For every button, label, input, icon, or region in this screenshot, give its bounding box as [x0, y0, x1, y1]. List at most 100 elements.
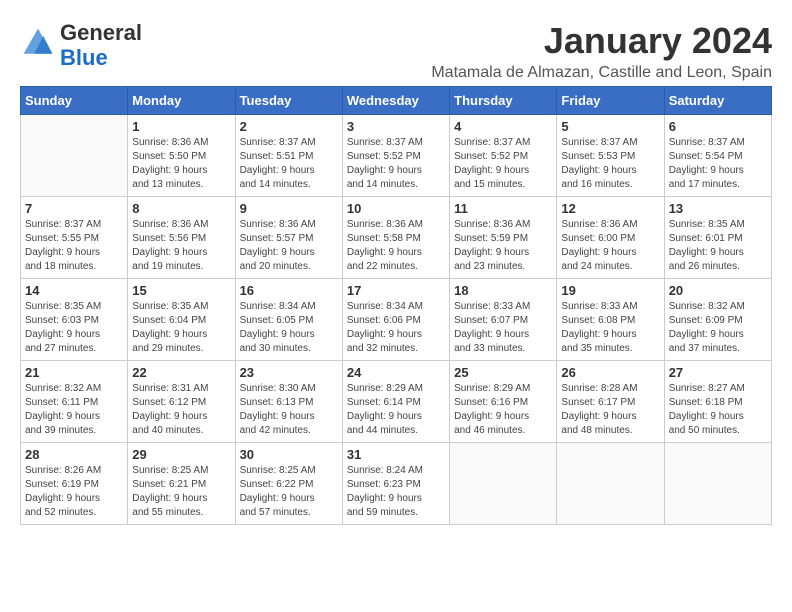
day-number: 25: [454, 365, 552, 380]
day-number: 15: [132, 283, 230, 298]
header: General Blue January 2024 Matamala de Al…: [20, 20, 772, 82]
calendar-cell: 24 Sunrise: 8:29 AM Sunset: 6:14 PM Dayli…: [342, 361, 449, 443]
subtitle: Matamala de Almazan, Castille and Leon, …: [431, 64, 772, 82]
calendar-cell: 22Sunrise: 8:31 AM Sunset: 6:12 PM Dayli…: [128, 361, 235, 443]
calendar-cell: 1 Sunrise: 8:36 AM Sunset: 5:50 PM Daylig…: [128, 115, 235, 197]
day-info: Sunrise: 8:34 AM Sunset: 6:05 PM Dayligh…: [240, 300, 338, 356]
calendar-cell: [664, 443, 771, 525]
logo: General Blue: [20, 20, 142, 71]
calendar-cell: 30Sunrise: 8:25 AM Sunset: 6:22 PM Dayli…: [235, 443, 342, 525]
day-number: 19: [561, 283, 659, 298]
title-area: January 2024 Matamala de Almazan, Castil…: [431, 20, 772, 82]
day-number: 7: [25, 201, 123, 216]
calendar-cell: 31Sunrise: 8:24 AM Sunset: 6:23 PM Dayli…: [342, 443, 449, 525]
day-info: Sunrise: 8:25 AM Sunset: 6:21 PM Dayligh…: [132, 464, 230, 520]
calendar-cell: 20 Sunrise: 8:32 AM Sunset: 6:09 PM Dayli…: [664, 279, 771, 361]
calendar-cell: 9 Sunrise: 8:36 AM Sunset: 5:57 PM Daylig…: [235, 197, 342, 279]
calendar-cell: 7 Sunrise: 8:37 AM Sunset: 5:55 PM Daylig…: [21, 197, 128, 279]
day-number: 23: [240, 365, 338, 380]
day-info: Sunrise: 8:31 AM Sunset: 6:12 PM Dayligh…: [132, 382, 230, 438]
day-info: Sunrise: 8:37 AM Sunset: 5:53 PM Dayligh…: [561, 136, 659, 192]
column-header-saturday: Saturday: [664, 87, 771, 115]
day-number: 13: [669, 201, 767, 216]
day-number: 24: [347, 365, 445, 380]
day-info: Sunrise: 8:26 AM Sunset: 6:19 PM Dayligh…: [25, 464, 123, 520]
calendar-cell: 18 Sunrise: 8:33 AM Sunset: 6:07 PM Dayli…: [450, 279, 557, 361]
day-info: Sunrise: 8:36 AM Sunset: 5:57 PM Dayligh…: [240, 218, 338, 274]
day-info: Sunrise: 8:35 AM Sunset: 6:04 PM Dayligh…: [132, 300, 230, 356]
calendar-cell: 26Sunrise: 8:28 AM Sunset: 6:17 PM Dayli…: [557, 361, 664, 443]
calendar-cell: [21, 115, 128, 197]
calendar-cell: 19Sunrise: 8:33 AM Sunset: 6:08 PM Dayli…: [557, 279, 664, 361]
column-header-tuesday: Tuesday: [235, 87, 342, 115]
day-info: Sunrise: 8:29 AM Sunset: 6:14 PM Dayligh…: [347, 382, 445, 438]
calendar-cell: 14 Sunrise: 8:35 AM Sunset: 6:03 PM Dayli…: [21, 279, 128, 361]
calendar-cell: 11Sunrise: 8:36 AM Sunset: 5:59 PM Dayli…: [450, 197, 557, 279]
day-number: 26: [561, 365, 659, 380]
logo-general: General: [60, 20, 142, 45]
day-number: 6: [669, 119, 767, 134]
calendar-cell: 5 Sunrise: 8:37 AM Sunset: 5:53 PM Daylig…: [557, 115, 664, 197]
day-number: 5: [561, 119, 659, 134]
week-row-1: 1 Sunrise: 8:36 AM Sunset: 5:50 PM Daylig…: [21, 115, 772, 197]
day-info: Sunrise: 8:34 AM Sunset: 6:06 PM Dayligh…: [347, 300, 445, 356]
day-info: Sunrise: 8:33 AM Sunset: 6:07 PM Dayligh…: [454, 300, 552, 356]
day-info: Sunrise: 8:36 AM Sunset: 5:58 PM Dayligh…: [347, 218, 445, 274]
calendar-cell: 21 Sunrise: 8:32 AM Sunset: 6:11 PM Dayli…: [21, 361, 128, 443]
day-info: Sunrise: 8:32 AM Sunset: 6:09 PM Dayligh…: [669, 300, 767, 356]
day-number: 31: [347, 447, 445, 462]
day-info: Sunrise: 8:30 AM Sunset: 6:13 PM Dayligh…: [240, 382, 338, 438]
day-info: Sunrise: 8:32 AM Sunset: 6:11 PM Dayligh…: [25, 382, 123, 438]
calendar-cell: 2Sunrise: 8:37 AM Sunset: 5:51 PM Daylig…: [235, 115, 342, 197]
day-number: 29: [132, 447, 230, 462]
day-info: Sunrise: 8:37 AM Sunset: 5:52 PM Dayligh…: [347, 136, 445, 192]
day-info: Sunrise: 8:27 AM Sunset: 6:18 PM Dayligh…: [669, 382, 767, 438]
column-header-monday: Monday: [128, 87, 235, 115]
calendar-cell: 25 Sunrise: 8:29 AM Sunset: 6:16 PM Dayli…: [450, 361, 557, 443]
day-number: 14: [25, 283, 123, 298]
day-number: 27: [669, 365, 767, 380]
calendar-cell: 10 Sunrise: 8:36 AM Sunset: 5:58 PM Dayli…: [342, 197, 449, 279]
day-number: 10: [347, 201, 445, 216]
day-info: Sunrise: 8:37 AM Sunset: 5:52 PM Dayligh…: [454, 136, 552, 192]
column-header-sunday: Sunday: [21, 87, 128, 115]
calendar-cell: 4 Sunrise: 8:37 AM Sunset: 5:52 PM Daylig…: [450, 115, 557, 197]
column-header-friday: Friday: [557, 87, 664, 115]
calendar-cell: 12Sunrise: 8:36 AM Sunset: 6:00 PM Dayli…: [557, 197, 664, 279]
day-number: 8: [132, 201, 230, 216]
day-info: Sunrise: 8:37 AM Sunset: 5:54 PM Dayligh…: [669, 136, 767, 192]
column-header-thursday: Thursday: [450, 87, 557, 115]
day-number: 16: [240, 283, 338, 298]
day-number: 21: [25, 365, 123, 380]
calendar-cell: 8 Sunrise: 8:36 AM Sunset: 5:56 PM Daylig…: [128, 197, 235, 279]
calendar-header-row: SundayMondayTuesdayWednesdayThursdayFrid…: [21, 87, 772, 115]
day-info: Sunrise: 8:36 AM Sunset: 5:56 PM Dayligh…: [132, 218, 230, 274]
calendar-cell: 23 Sunrise: 8:30 AM Sunset: 6:13 PM Dayli…: [235, 361, 342, 443]
calendar-table: SundayMondayTuesdayWednesdayThursdayFrid…: [20, 86, 772, 525]
logo-blue: Blue: [60, 45, 142, 70]
day-number: 28: [25, 447, 123, 462]
day-info: Sunrise: 8:35 AM Sunset: 6:01 PM Dayligh…: [669, 218, 767, 274]
calendar-cell: 6 Sunrise: 8:37 AM Sunset: 5:54 PM Daylig…: [664, 115, 771, 197]
calendar-cell: [450, 443, 557, 525]
calendar-cell: 16 Sunrise: 8:34 AM Sunset: 6:05 PM Dayli…: [235, 279, 342, 361]
day-info: Sunrise: 8:37 AM Sunset: 5:51 PM Dayligh…: [240, 136, 338, 192]
week-row-3: 14 Sunrise: 8:35 AM Sunset: 6:03 PM Dayli…: [21, 279, 772, 361]
day-info: Sunrise: 8:37 AM Sunset: 5:55 PM Dayligh…: [25, 218, 123, 274]
day-number: 20: [669, 283, 767, 298]
day-number: 1: [132, 119, 230, 134]
calendar-cell: 29 Sunrise: 8:25 AM Sunset: 6:21 PM Dayli…: [128, 443, 235, 525]
day-number: 3: [347, 119, 445, 134]
logo-text: General Blue: [60, 20, 142, 71]
calendar-cell: 27 Sunrise: 8:27 AM Sunset: 6:18 PM Dayli…: [664, 361, 771, 443]
day-number: 4: [454, 119, 552, 134]
day-number: 11: [454, 201, 552, 216]
day-info: Sunrise: 8:36 AM Sunset: 5:50 PM Dayligh…: [132, 136, 230, 192]
day-info: Sunrise: 8:35 AM Sunset: 6:03 PM Dayligh…: [25, 300, 123, 356]
day-info: Sunrise: 8:29 AM Sunset: 6:16 PM Dayligh…: [454, 382, 552, 438]
calendar-cell: 17 Sunrise: 8:34 AM Sunset: 6:06 PM Dayli…: [342, 279, 449, 361]
day-number: 9: [240, 201, 338, 216]
week-row-5: 28 Sunrise: 8:26 AM Sunset: 6:19 PM Dayli…: [21, 443, 772, 525]
day-number: 18: [454, 283, 552, 298]
day-number: 17: [347, 283, 445, 298]
